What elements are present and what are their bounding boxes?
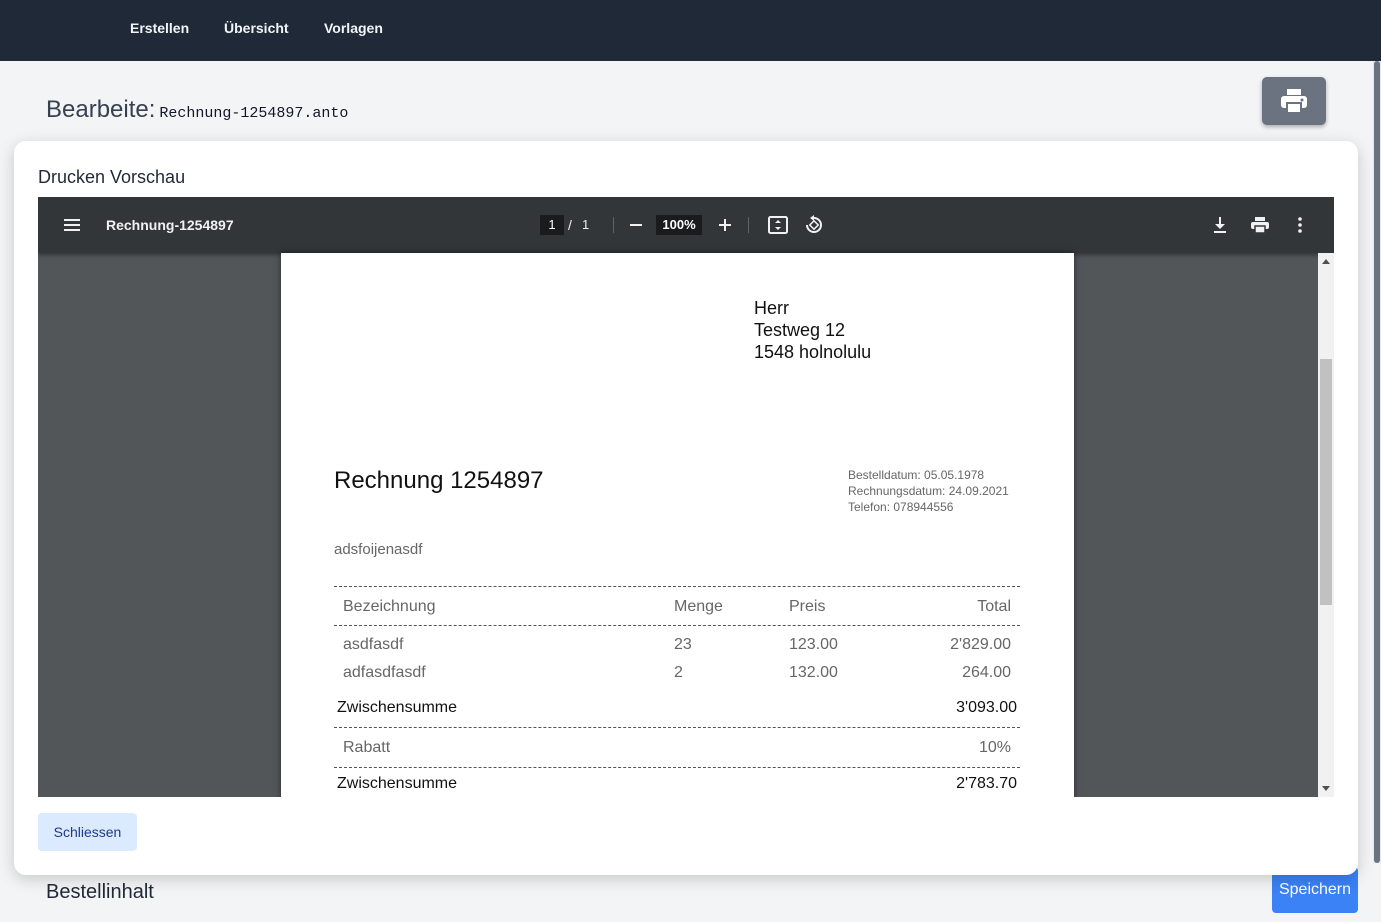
table-rule [334, 767, 1020, 768]
page-title: Bearbeite: Rechnung-1254897.anto [46, 96, 348, 124]
row-qty: 2 [674, 664, 683, 681]
row-total: 264.00 [962, 664, 1011, 681]
nav-item-uebersicht[interactable]: Übersicht [224, 20, 289, 36]
address-line: Testweg 12 [754, 320, 846, 340]
discount-label: Rabatt [343, 739, 391, 756]
pdf-scrollbar-thumb[interactable] [1320, 359, 1332, 605]
subtotal-label: Zwischensumme [337, 699, 458, 716]
modal-title: Drucken Vorschau [38, 167, 186, 187]
menu-icon[interactable] [60, 213, 84, 237]
download-icon[interactable] [1208, 213, 1232, 237]
row-total: 2'829.00 [950, 636, 1011, 653]
row-name: asdfasdf [343, 636, 404, 653]
more-vert-icon[interactable] [1288, 213, 1312, 237]
invoice-description: adsfoijenasdf [334, 541, 423, 558]
table-rule [334, 586, 1020, 587]
row-price: 123.00 [789, 636, 838, 653]
edit-label: Bearbeite: [46, 96, 156, 123]
rotate-icon[interactable] [802, 213, 826, 237]
page-total: 1 [582, 217, 590, 232]
row-qty: 23 [674, 636, 692, 653]
print-icon[interactable] [1248, 213, 1272, 237]
invoice-meta: Bestelldatum: 05.05.1978 Rechnungsdatum:… [848, 467, 1009, 515]
header-qty: Menge [674, 598, 723, 615]
pdf-scrollbar[interactable] [1318, 253, 1334, 797]
pdf-page: Herr Testweg 12 1548 holnolulu Rechnung … [281, 253, 1074, 797]
nav-item-erstellen[interactable]: Erstellen [130, 20, 189, 36]
print-button[interactable] [1262, 77, 1326, 125]
page-scrollbar-thumb[interactable] [1374, 61, 1380, 863]
zoom-input[interactable]: 100% [656, 215, 702, 235]
print-preview-modal: Drucken Vorschau Rechnung-1254897 1 / 1 … [14, 141, 1358, 875]
page-separator: / [568, 217, 572, 233]
pdf-doc-title: Rechnung-1254897 [106, 217, 234, 233]
subtotal-value: 3'093.00 [956, 699, 1017, 716]
invoice-title: Rechnung 1254897 [334, 467, 544, 494]
pdf-viewer: Rechnung-1254897 1 / 1 100% Herr Testweg… [38, 197, 1334, 797]
row-price: 132.00 [789, 664, 838, 681]
fit-page-icon[interactable] [766, 213, 790, 237]
subtotal-label: Zwischensumme [337, 775, 458, 792]
discount-value: 10% [978, 739, 1011, 756]
table-rule [334, 625, 1020, 626]
address-line: Herr [754, 298, 789, 318]
header-name: Bezeichnung [343, 598, 436, 615]
recipient-address: Herr Testweg 12 1548 holnolulu [754, 297, 871, 363]
order-date: Bestelldatum: 05.05.1978 [848, 468, 985, 482]
header-total: Total [977, 598, 1011, 615]
pdf-toolbar: Rechnung-1254897 1 / 1 100% [38, 197, 1334, 253]
page-number-input[interactable]: 1 [540, 215, 564, 235]
phone: Telefon: 078944556 [848, 500, 954, 514]
table-rule [334, 727, 1020, 728]
page-scrollbar[interactable] [1373, 61, 1381, 863]
section-label: Bestellinhalt [46, 881, 154, 903]
address-line: 1548 holnolulu [754, 342, 872, 362]
nav-item-vorlagen[interactable]: Vorlagen [324, 20, 383, 36]
toolbar-divider [748, 217, 749, 233]
close-button[interactable]: Schliessen [38, 813, 137, 851]
zoom-out-icon[interactable] [624, 213, 648, 237]
invoice-date: Rechnungsdatum: 24.09.2021 [848, 484, 1009, 498]
top-navigation: Erstellen Übersicht Vorlagen [0, 0, 1381, 61]
scroll-up-icon[interactable] [1322, 259, 1330, 264]
header-price: Preis [789, 598, 826, 615]
zoom-in-icon[interactable] [713, 213, 737, 237]
row-name: adfasdfasdf [343, 664, 426, 681]
toolbar-divider [613, 217, 614, 233]
printer-icon [1281, 89, 1307, 114]
scroll-down-icon[interactable] [1322, 786, 1330, 791]
filename: Rechnung-1254897.anto [159, 105, 349, 122]
subtotal-value: 2'783.70 [956, 775, 1017, 792]
